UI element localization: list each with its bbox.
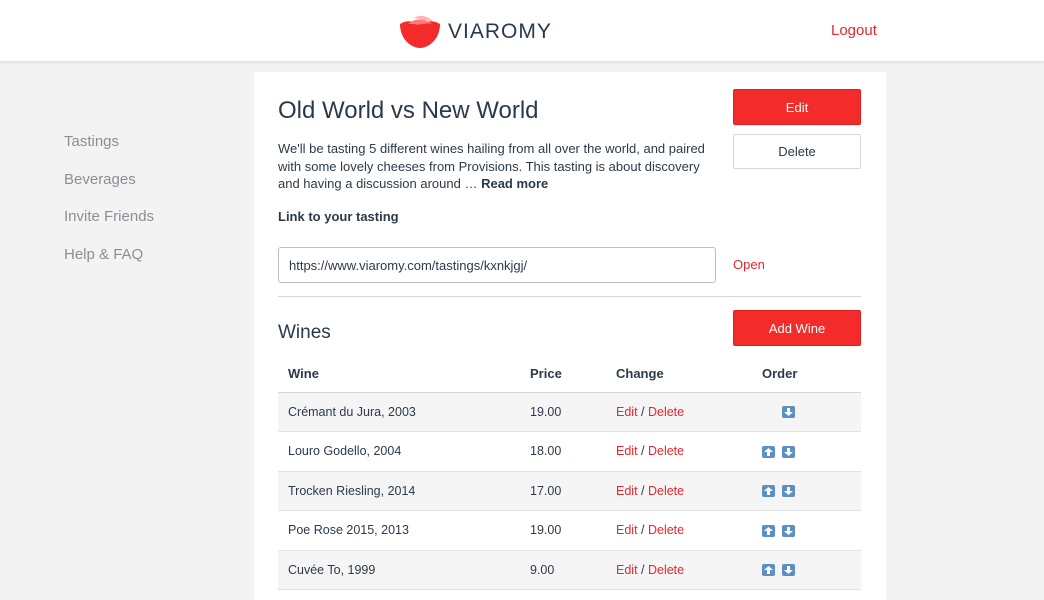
wine-name-cell: Poe Rose 2015, 2013	[278, 510, 520, 551]
move-up-icon[interactable]	[762, 485, 775, 498]
column-header-wine: Wine	[278, 356, 520, 393]
logout-link[interactable]: Logout	[831, 22, 877, 39]
wine-change-cell: Edit / Delete	[606, 431, 752, 472]
wines-table: Wine Price Change Order Crémant du Jura,…	[278, 356, 861, 590]
sidebar-item-tastings[interactable]: Tastings	[64, 132, 154, 170]
wine-name-cell: Crémant du Jura, 2003	[278, 392, 520, 432]
edit-wine-link[interactable]: Edit	[616, 523, 638, 537]
action-separator: /	[637, 404, 648, 419]
move-down-icon[interactable]	[782, 524, 795, 537]
wine-name-cell: Cuvée To, 1999	[278, 550, 520, 590]
wine-change-cell: Edit / Delete	[606, 392, 752, 432]
delete-wine-link[interactable]: Delete	[648, 523, 684, 537]
edit-wine-link[interactable]: Edit	[616, 563, 638, 577]
move-up-icon[interactable]	[762, 564, 775, 577]
move-up-icon[interactable]	[762, 445, 775, 458]
sidebar-item-beverages[interactable]: Beverages	[64, 170, 154, 208]
wine-order-cell	[752, 510, 861, 551]
tasting-link-input[interactable]	[278, 247, 716, 283]
move-up-icon[interactable]	[762, 524, 775, 537]
wine-price-cell: 19.00	[520, 510, 606, 551]
wine-order-cell	[752, 431, 861, 472]
sidebar-item-help-faq[interactable]: Help & FAQ	[64, 245, 154, 283]
table-row: Cuvée To, 1999 9.00 Edit / Delete	[278, 550, 861, 590]
wine-change-cell: Edit / Delete	[606, 550, 752, 590]
wine-price-cell: 9.00	[520, 550, 606, 590]
order-spacer	[762, 406, 775, 418]
brand-logo[interactable]: VIAROMY	[398, 14, 552, 50]
add-wine-button[interactable]: Add Wine	[733, 310, 861, 346]
move-down-icon[interactable]	[782, 485, 795, 498]
delete-wine-link[interactable]: Delete	[648, 405, 684, 419]
wine-order-cell	[752, 471, 861, 511]
section-divider	[278, 296, 861, 297]
wine-change-cell: Edit / Delete	[606, 510, 752, 551]
edit-wine-link[interactable]: Edit	[616, 484, 638, 498]
table-row: Louro Godello, 2004 18.00 Edit / Delete	[278, 431, 861, 472]
wine-glass-logo-icon	[400, 15, 440, 48]
top-bar: VIAROMY Logout	[0, 0, 1044, 62]
table-row: Crémant du Jura, 2003 19.00 Edit / Delete	[278, 392, 861, 432]
action-separator: /	[637, 444, 648, 459]
delete-wine-link[interactable]: Delete	[648, 484, 684, 498]
open-link[interactable]: Open	[733, 257, 765, 272]
action-separator: /	[637, 523, 648, 538]
wine-price-cell: 19.00	[520, 392, 606, 432]
move-down-icon[interactable]	[782, 445, 795, 458]
column-header-price: Price	[520, 356, 606, 393]
move-down-icon[interactable]	[782, 406, 795, 419]
edit-wine-link[interactable]: Edit	[616, 405, 638, 419]
table-header-row: Wine Price Change Order	[278, 356, 861, 393]
delete-wine-link[interactable]: Delete	[648, 444, 684, 458]
tasting-panel: Old World vs New World We'll be tasting …	[254, 72, 886, 600]
wine-name-cell: Louro Godello, 2004	[278, 431, 520, 472]
wines-heading: Wines	[278, 322, 331, 343]
table-row: Trocken Riesling, 2014 17.00 Edit / Delete	[278, 471, 861, 511]
sidebar-nav: Tastings Beverages Invite Friends Help &…	[64, 132, 154, 283]
delete-tasting-button[interactable]: Delete	[733, 134, 861, 169]
page-title: Old World vs New World	[278, 97, 539, 124]
edit-tasting-button[interactable]: Edit	[733, 89, 861, 125]
wine-name-cell: Trocken Riesling, 2014	[278, 471, 520, 511]
delete-wine-link[interactable]: Delete	[648, 563, 684, 577]
action-separator: /	[637, 483, 648, 498]
edit-wine-link[interactable]: Edit	[616, 444, 638, 458]
tasting-description: We'll be tasting 5 different wines haili…	[278, 140, 718, 193]
wine-price-cell: 17.00	[520, 471, 606, 511]
wine-price-cell: 18.00	[520, 431, 606, 472]
sidebar-item-invite-friends[interactable]: Invite Friends	[64, 207, 154, 245]
action-separator: /	[637, 562, 648, 577]
move-down-icon[interactable]	[782, 564, 795, 577]
wine-order-cell	[752, 392, 861, 432]
read-more-link[interactable]: Read more	[481, 176, 548, 191]
wine-order-cell	[752, 550, 861, 590]
table-row: Poe Rose 2015, 2013 19.00 Edit / Delete	[278, 510, 861, 551]
column-header-order: Order	[752, 356, 861, 393]
tasting-link-label: Link to your tasting	[278, 209, 399, 224]
wine-change-cell: Edit / Delete	[606, 471, 752, 511]
brand-name: VIAROMY	[448, 20, 552, 43]
column-header-change: Change	[606, 356, 752, 393]
